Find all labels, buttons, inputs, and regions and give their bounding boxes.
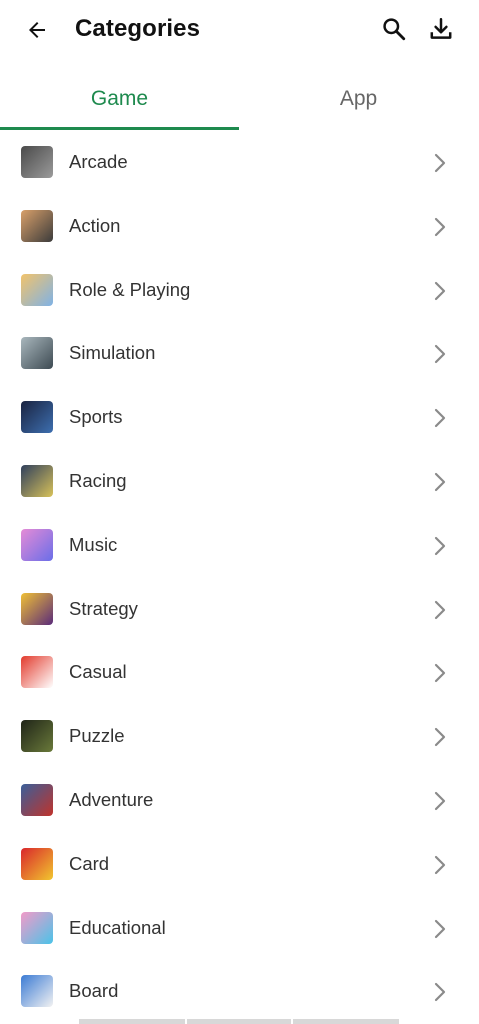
category-row[interactable]: Action	[0, 195, 479, 259]
tab-game[interactable]: Game	[0, 68, 239, 130]
back-button[interactable]	[22, 14, 52, 46]
chevron-right-icon	[434, 728, 446, 747]
top-app-bar: Categories	[0, 0, 479, 62]
category-label: Strategy	[69, 597, 138, 619]
chevron-right-icon	[434, 217, 446, 236]
chevron-right-icon	[434, 791, 446, 811]
chevron-right-icon	[434, 600, 446, 619]
category-row[interactable]: Role & Playing	[0, 259, 479, 323]
category-thumbnail	[21, 209, 53, 242]
category-thumbnail	[21, 464, 53, 497]
category-thumbnail	[21, 975, 53, 1008]
tab-app[interactable]: App	[239, 68, 478, 130]
chevron-right-icon	[434, 983, 446, 1002]
category-label: Racing	[69, 469, 127, 491]
category-thumbnail	[21, 273, 53, 306]
category-row[interactable]: Board	[0, 960, 479, 1024]
category-thumbnail	[21, 528, 53, 561]
category-thumbnail	[21, 656, 53, 689]
chevron-right-icon	[434, 281, 446, 300]
nav-handle-segment	[293, 1019, 399, 1024]
category-thumbnail	[21, 720, 53, 753]
download-icon	[430, 18, 452, 39]
category-row[interactable]: Adventure	[0, 769, 479, 833]
chevron-right-icon	[434, 855, 446, 874]
category-row[interactable]: Educational	[0, 897, 479, 961]
category-thumbnail	[21, 847, 53, 880]
category-thumbnail	[21, 337, 53, 370]
category-thumbnail	[21, 783, 53, 816]
category-row[interactable]: Sports	[0, 386, 479, 450]
search-button[interactable]	[378, 13, 410, 45]
category-label: Card	[69, 852, 110, 874]
chevron-right-icon	[434, 919, 446, 938]
category-row[interactable]: Music	[0, 514, 479, 578]
chevron-right-icon	[434, 472, 446, 492]
category-thumbnail	[21, 592, 53, 625]
category-row[interactable]: Card	[0, 833, 479, 897]
category-row[interactable]: Arcade	[0, 131, 479, 195]
nav-handle-segment	[187, 1019, 291, 1024]
category-label: Music	[69, 533, 118, 555]
category-label: Simulation	[69, 342, 156, 364]
category-label: Action	[69, 214, 121, 236]
nav-handle-segment	[79, 1019, 185, 1024]
category-label: Adventure	[69, 788, 154, 810]
category-row[interactable]: Simulation	[0, 322, 479, 386]
chevron-right-icon	[434, 536, 446, 555]
category-label: Role & Playing	[69, 278, 191, 300]
category-tabs: Game App	[0, 68, 479, 132]
chevron-right-icon	[434, 345, 446, 364]
chevron-right-icon	[434, 409, 446, 428]
category-thumbnail	[21, 146, 53, 178]
category-row[interactable]: Strategy	[0, 578, 479, 642]
category-row[interactable]: Casual	[0, 641, 479, 705]
category-label: Casual	[69, 661, 127, 683]
category-row[interactable]: Puzzle	[0, 705, 479, 769]
category-label: Arcade	[69, 151, 128, 172]
category-list: Arcade Action Role & Playing Simulation Spor…	[0, 131, 479, 1024]
download-button[interactable]	[425, 13, 457, 45]
category-label: Puzzle	[69, 725, 125, 747]
search-icon	[383, 18, 406, 41]
category-label: Educational	[69, 916, 166, 938]
category-label: Sports	[69, 406, 123, 428]
category-label: Board	[69, 980, 119, 1002]
back-arrow-icon	[29, 22, 45, 38]
chevron-right-icon	[434, 153, 446, 173]
active-tab-indicator	[0, 127, 239, 130]
page-title: Categories	[75, 15, 201, 42]
category-thumbnail	[21, 401, 53, 434]
category-thumbnail	[21, 911, 53, 944]
chevron-right-icon	[434, 664, 446, 683]
category-row[interactable]: Racing	[0, 450, 479, 514]
